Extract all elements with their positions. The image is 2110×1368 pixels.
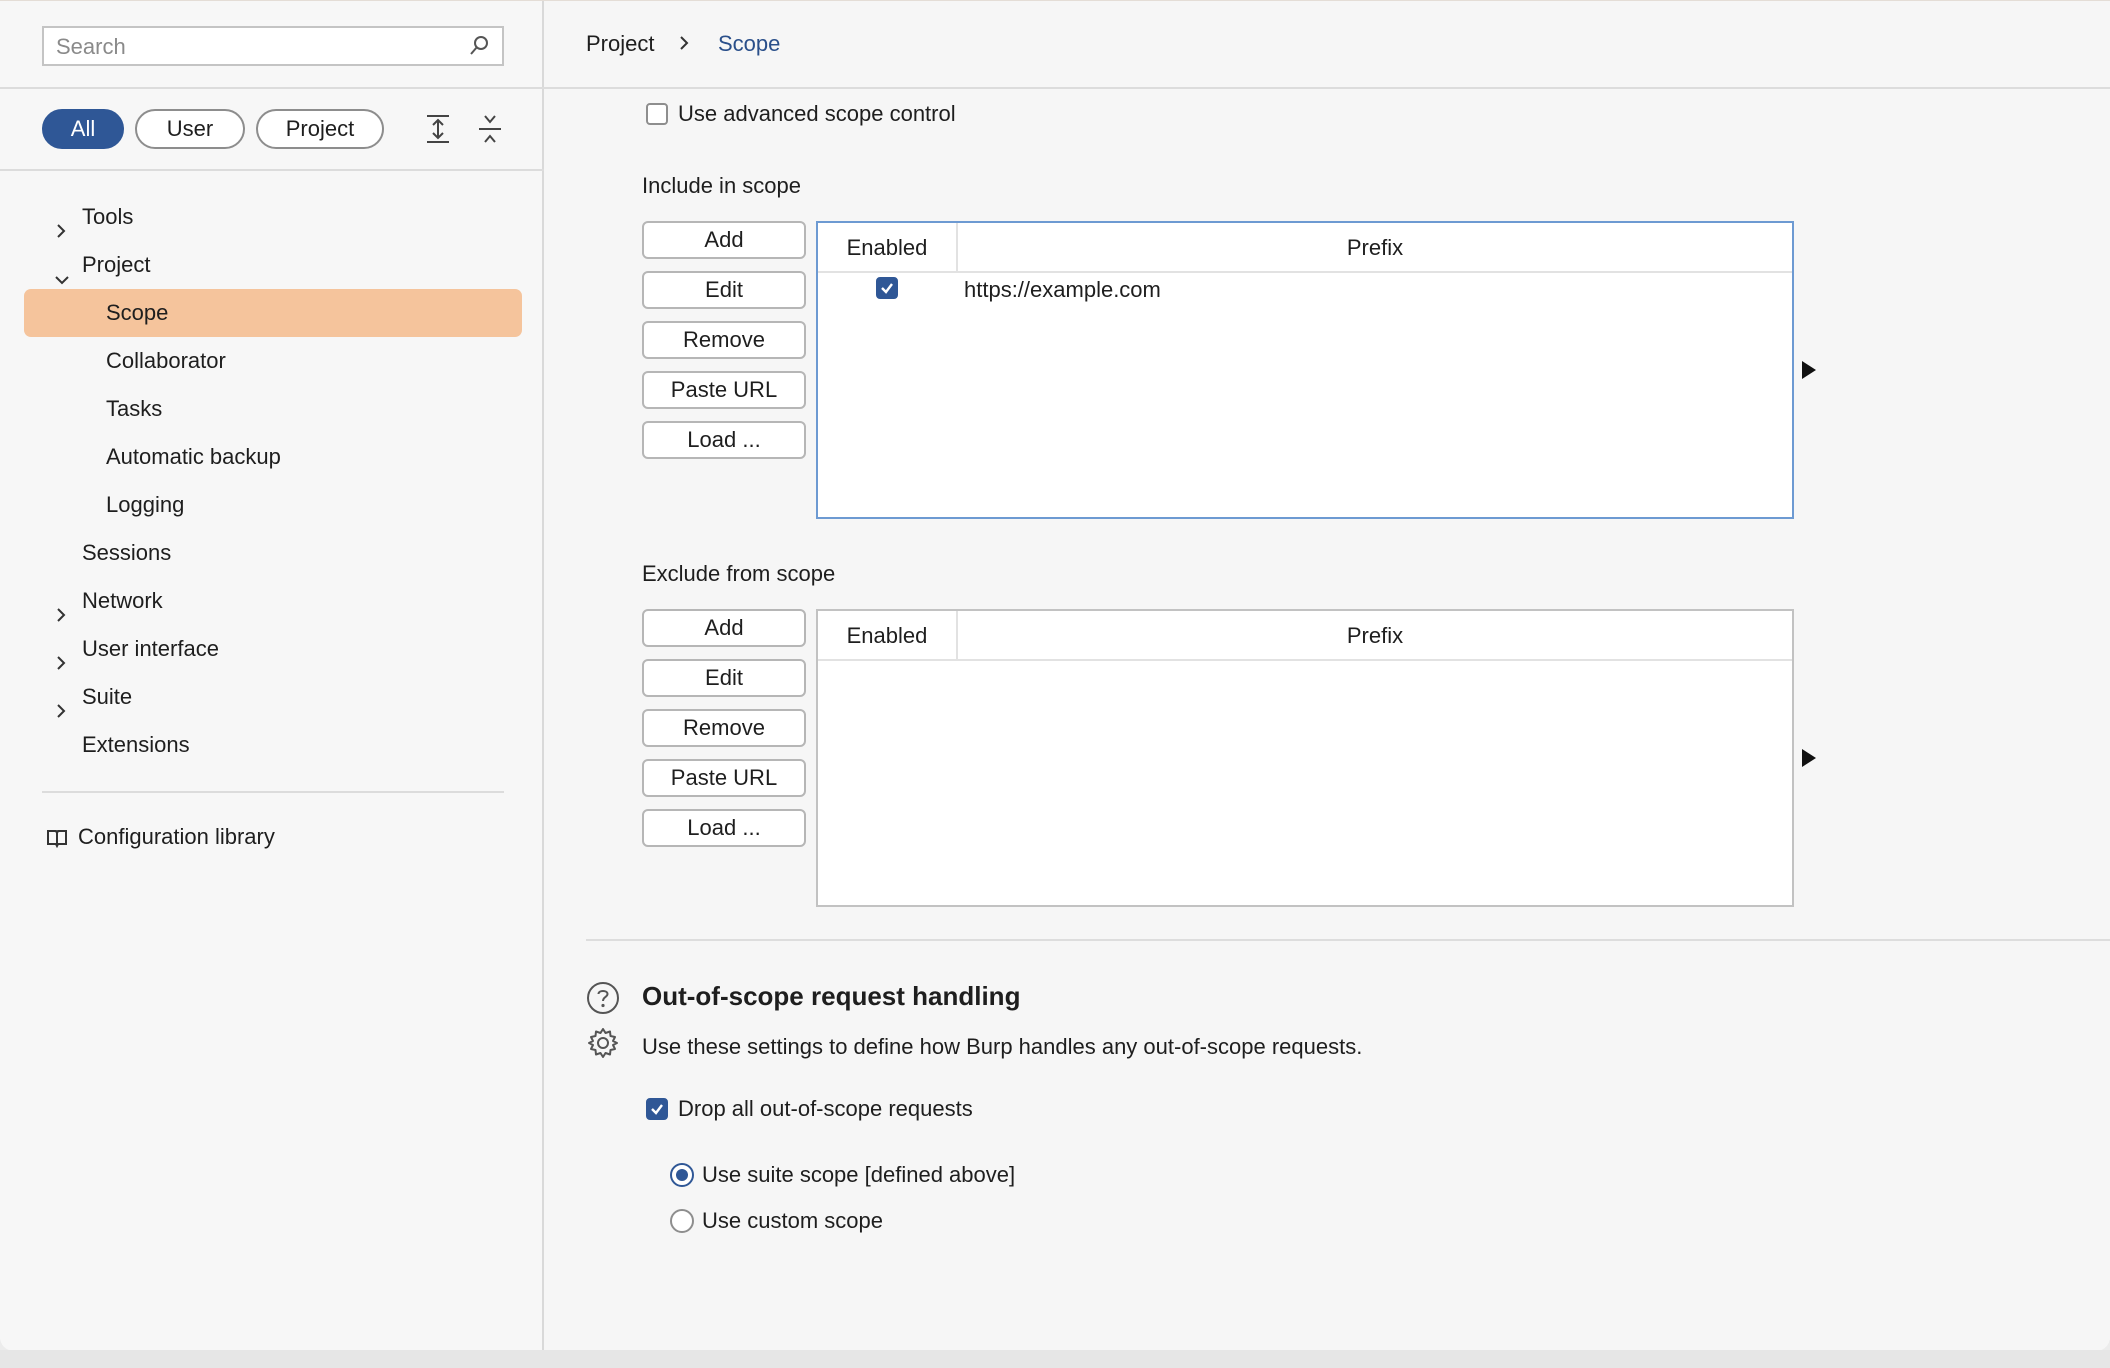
search-input[interactable] [54, 32, 458, 62]
drop-out-of-scope-label: Drop all out-of-scope requests [678, 1096, 973, 1121]
expand-all-icon[interactable] [424, 113, 452, 150]
app-window: All User Project Tools Project Scope Col… [0, 0, 2110, 1351]
chevron-right-icon[interactable] [54, 641, 68, 687]
search-divider [0, 87, 544, 89]
chevron-right-icon[interactable] [54, 689, 68, 735]
filter-divider [0, 169, 544, 171]
settings-main-panel: Project Scope Use advanced scope control… [544, 1, 2110, 1351]
exclude-scope-title: Exclude from scope [642, 561, 836, 586]
tree-label: User interface [82, 636, 219, 661]
tree-item-sessions[interactable]: Sessions [82, 530, 171, 576]
advanced-scope-label: Use advanced scope control [678, 101, 956, 126]
tree-item-scope[interactable]: Scope [106, 290, 168, 336]
breadcrumb-parent[interactable]: Project [586, 31, 654, 57]
exclude-expand-arrow-icon[interactable] [1800, 747, 1818, 774]
include-load-button[interactable]: Load ... [642, 421, 806, 459]
include-expand-arrow-icon[interactable] [1800, 359, 1818, 386]
include-scope-title: Include in scope [642, 173, 801, 198]
section-divider [586, 939, 2110, 941]
include-scope-table[interactable]: Enabled Prefix https://example.com [816, 221, 1794, 519]
filter-user-button[interactable]: User [135, 109, 245, 149]
tree-label: Project [82, 252, 151, 277]
tree-selection-highlight [24, 289, 522, 337]
out-of-scope-description: Use these settings to define how Burp ha… [642, 1034, 1363, 1059]
header-divider [544, 87, 2110, 89]
suite-scope-label: Use suite scope [defined above] [702, 1162, 1016, 1187]
column-header-prefix[interactable]: Prefix [958, 223, 1792, 273]
column-header-enabled[interactable]: Enabled [818, 223, 958, 273]
tree-item-project[interactable]: Project [55, 242, 151, 288]
breadcrumb-separator-icon [678, 35, 690, 56]
help-icon[interactable] [586, 981, 620, 1020]
suite-scope-radio[interactable] [670, 1163, 694, 1187]
checkmark-icon [651, 1104, 663, 1115]
tree-item-logging[interactable]: Logging [106, 482, 184, 528]
tree-item-collaborator[interactable]: Collaborator [106, 338, 226, 384]
tree-item-automatic-backup[interactable]: Automatic backup [106, 434, 281, 480]
tree-item-user-interface[interactable]: User interface [57, 626, 219, 672]
include-edit-button[interactable]: Edit [642, 271, 806, 309]
exclude-remove-button[interactable]: Remove [642, 709, 806, 747]
settings-sidebar: All User Project Tools Project Scope Col… [0, 1, 544, 1351]
include-paste-url-button[interactable]: Paste URL [642, 371, 806, 409]
exclude-scope-table[interactable]: Enabled Prefix [816, 609, 1794, 907]
chevron-right-icon[interactable] [54, 593, 68, 639]
breadcrumb-current: Scope [718, 31, 781, 56]
filter-all-button[interactable]: All [42, 109, 124, 149]
tree-label: Network [82, 588, 163, 613]
include-remove-button[interactable]: Remove [642, 321, 806, 359]
exclude-edit-button[interactable]: Edit [642, 659, 806, 697]
tree-label: Suite [82, 684, 133, 709]
custom-scope-label: Use custom scope [702, 1208, 883, 1233]
out-of-scope-title: Out-of-scope request handling [642, 981, 1021, 1011]
drop-out-of-scope-checkbox[interactable] [646, 1098, 668, 1120]
include-add-button[interactable]: Add [642, 221, 806, 259]
exclude-paste-url-button[interactable]: Paste URL [642, 759, 806, 797]
search-field[interactable] [42, 26, 504, 66]
configuration-library-label: Configuration library [78, 824, 275, 849]
gear-icon[interactable] [586, 1026, 620, 1065]
tree-divider [42, 791, 504, 793]
tree-item-suite[interactable]: Suite [57, 674, 133, 720]
column-header-enabled[interactable]: Enabled [818, 611, 958, 661]
advanced-scope-checkbox[interactable] [646, 103, 668, 125]
tree-item-network[interactable]: Network [57, 578, 163, 624]
chevron-down-icon[interactable] [54, 257, 70, 303]
row-enabled-checkbox[interactable] [876, 277, 898, 299]
search-icon[interactable] [468, 35, 490, 62]
checkmark-icon [881, 283, 893, 294]
row-prefix-cell: https://example.com [964, 277, 1161, 302]
tree-item-tasks[interactable]: Tasks [106, 386, 162, 432]
configuration-library-link[interactable]: Configuration library [46, 819, 275, 855]
collapse-all-icon[interactable] [476, 113, 504, 150]
tree-item-tools[interactable]: Tools [57, 194, 134, 240]
column-header-prefix[interactable]: Prefix [958, 611, 1792, 661]
book-icon [47, 830, 67, 848]
tree-label: Tools [82, 204, 134, 229]
filter-project-button[interactable]: Project [256, 109, 384, 149]
tree-item-extensions[interactable]: Extensions [82, 722, 190, 768]
custom-scope-radio[interactable] [670, 1209, 694, 1233]
exclude-add-button[interactable]: Add [642, 609, 806, 647]
exclude-load-button[interactable]: Load ... [642, 809, 806, 847]
chevron-right-icon[interactable] [54, 209, 68, 255]
window-bottom-edge [0, 1350, 2110, 1368]
